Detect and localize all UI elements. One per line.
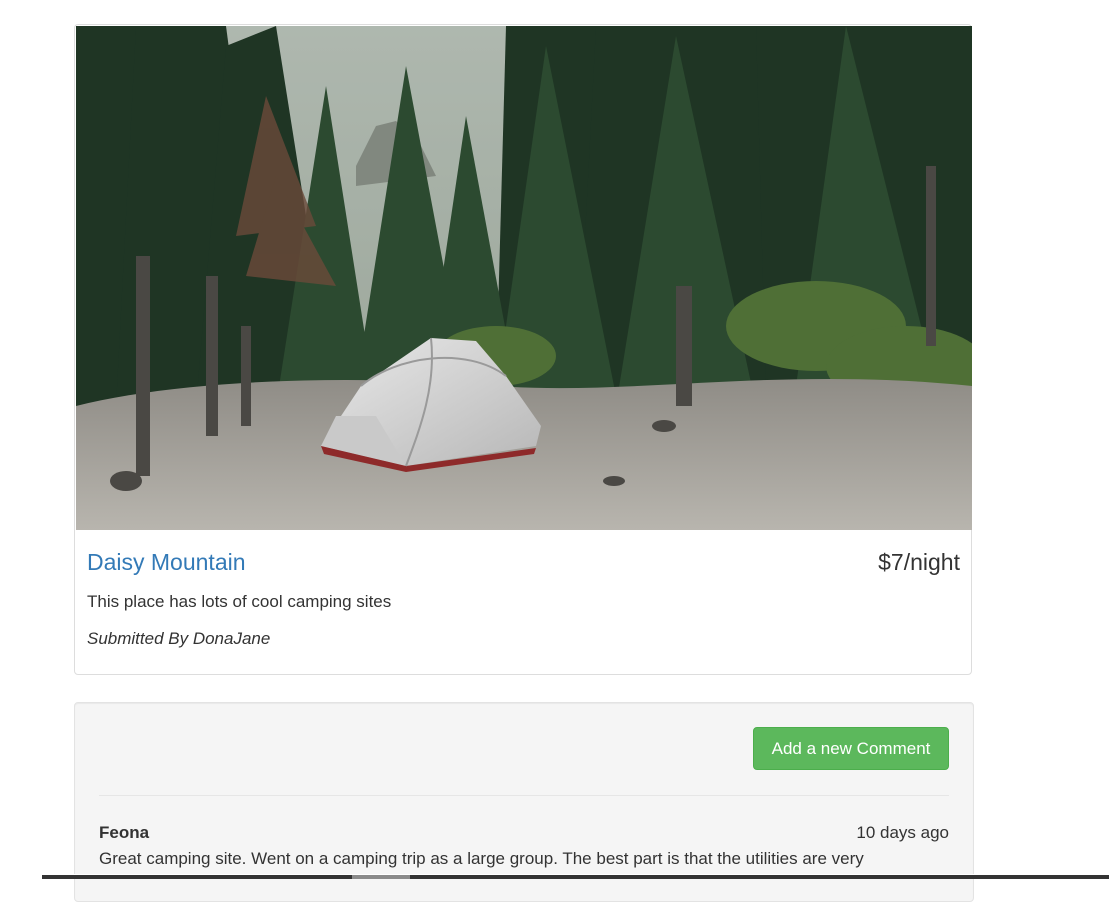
divider	[99, 795, 949, 796]
campground-card: Daisy Mountain $7/night This place has l…	[74, 24, 972, 675]
horizontal-scrollbar[interactable]	[0, 874, 1109, 879]
comment-text: Great camping site. Went on a camping tr…	[99, 849, 864, 868]
scrollbar-thumb[interactable]	[352, 875, 410, 879]
campground-name-link[interactable]: Daisy Mountain	[87, 549, 246, 576]
submitted-by-text: Submitted By DonaJane	[87, 629, 271, 648]
comments-panel: Add a new Comment Feona 10 days ago Grea…	[74, 702, 974, 902]
campground-price: $7/night	[878, 549, 960, 575]
scrollbar-track[interactable]	[42, 875, 1109, 879]
campground-photo	[76, 26, 972, 530]
comment-author: Feona	[99, 823, 150, 842]
campground-description: This place has lots of cool camping site…	[87, 592, 392, 611]
comment-timestamp: 10 days ago	[856, 823, 949, 842]
add-comment-button[interactable]: Add a new Comment	[753, 727, 949, 770]
